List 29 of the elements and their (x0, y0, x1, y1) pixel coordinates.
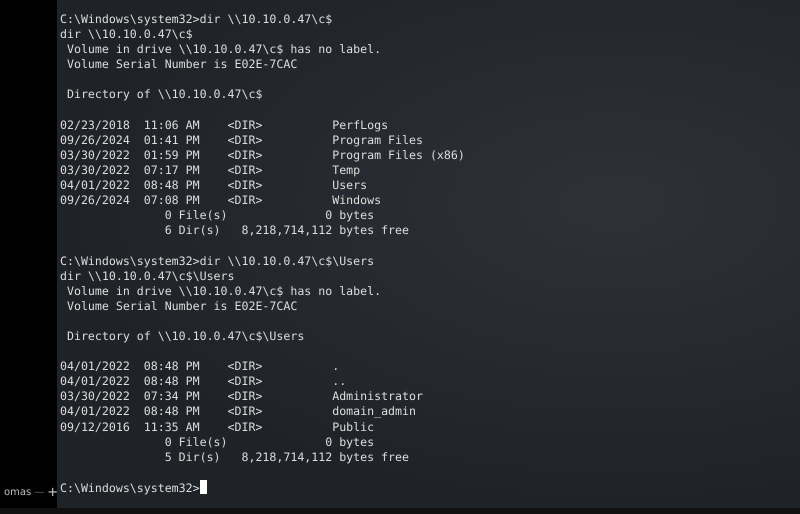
terminal-line: 0 File(s) 0 bytes (164, 434, 374, 449)
terminal-line: 09/12/2016 11:35 AM <DIR> Public (60, 420, 374, 434)
terminal-line: 0 File(s) 0 bytes (164, 208, 374, 222)
terminal-line: Volume Serial Number is E02E-7CAC (66, 57, 298, 72)
terminal-line: C:\Windows\system32>dir \\10.10.0.47\c$ (60, 12, 332, 26)
terminal-tab[interactable]: omas (4, 487, 32, 498)
terminal-line: dir \\10.10.0.47\c$ (60, 27, 193, 42)
terminal-line: 04/01/2022 08:48 PM <DIR> domain_admin (60, 404, 416, 418)
terminal-line: dir \\10.10.0.47\c$\Users (60, 268, 235, 283)
terminal-line: Volume in drive \\10.10.0.47\c$ has no label. (66, 284, 382, 298)
terminal-line: 6 Dir(s) 8,218,714,112 bytes free (164, 223, 410, 238)
terminal-line: Directory of \\10.10.0.47\c$ (66, 87, 262, 102)
command-prompt: C:\Windows\system32> (60, 480, 200, 495)
new-tab-button[interactable]: + (47, 485, 57, 500)
terminal-line: 09/26/2024 01:41 PM <DIR> Program Files (60, 132, 423, 147)
terminal-line: 04/01/2022 08:48 PM <DIR> .. (60, 374, 346, 388)
terminal-line: 03/30/2022 07:17 PM <DIR> Temp (60, 162, 360, 177)
terminal-line: C:\Windows\system32>dir \\10.10.0.47\c$\Users (60, 254, 374, 268)
terminal-line: 04/01/2022 08:48 PM <DIR> Users (60, 178, 368, 192)
terminal-line: 5 Dir(s) 8,218,714,112 bytes free (164, 450, 410, 464)
terminal-line: 03/30/2022 01:59 PM <DIR> Program Files (x86) (60, 148, 465, 162)
terminal-line: Directory of \\10.10.0.47\c$\Users (66, 328, 304, 343)
terminal-line: 02/23/2018 11:06 AM <DIR> PerfLogs (60, 118, 388, 132)
terminal-line: 09/26/2024 07:08 PM <DIR> Windows (60, 193, 382, 208)
terminal-line: Volume Serial Number is E02E-7CAC (66, 298, 298, 313)
terminal-line: 03/30/2022 07:34 PM <DIR> Administrator (60, 389, 423, 404)
close-tab-button[interactable]: — (34, 487, 44, 498)
terminal-line: Volume in drive \\10.10.0.47\c$ has no label. (66, 42, 382, 56)
terminal-line: 04/01/2022 08:48 PM <DIR> . (60, 359, 340, 374)
